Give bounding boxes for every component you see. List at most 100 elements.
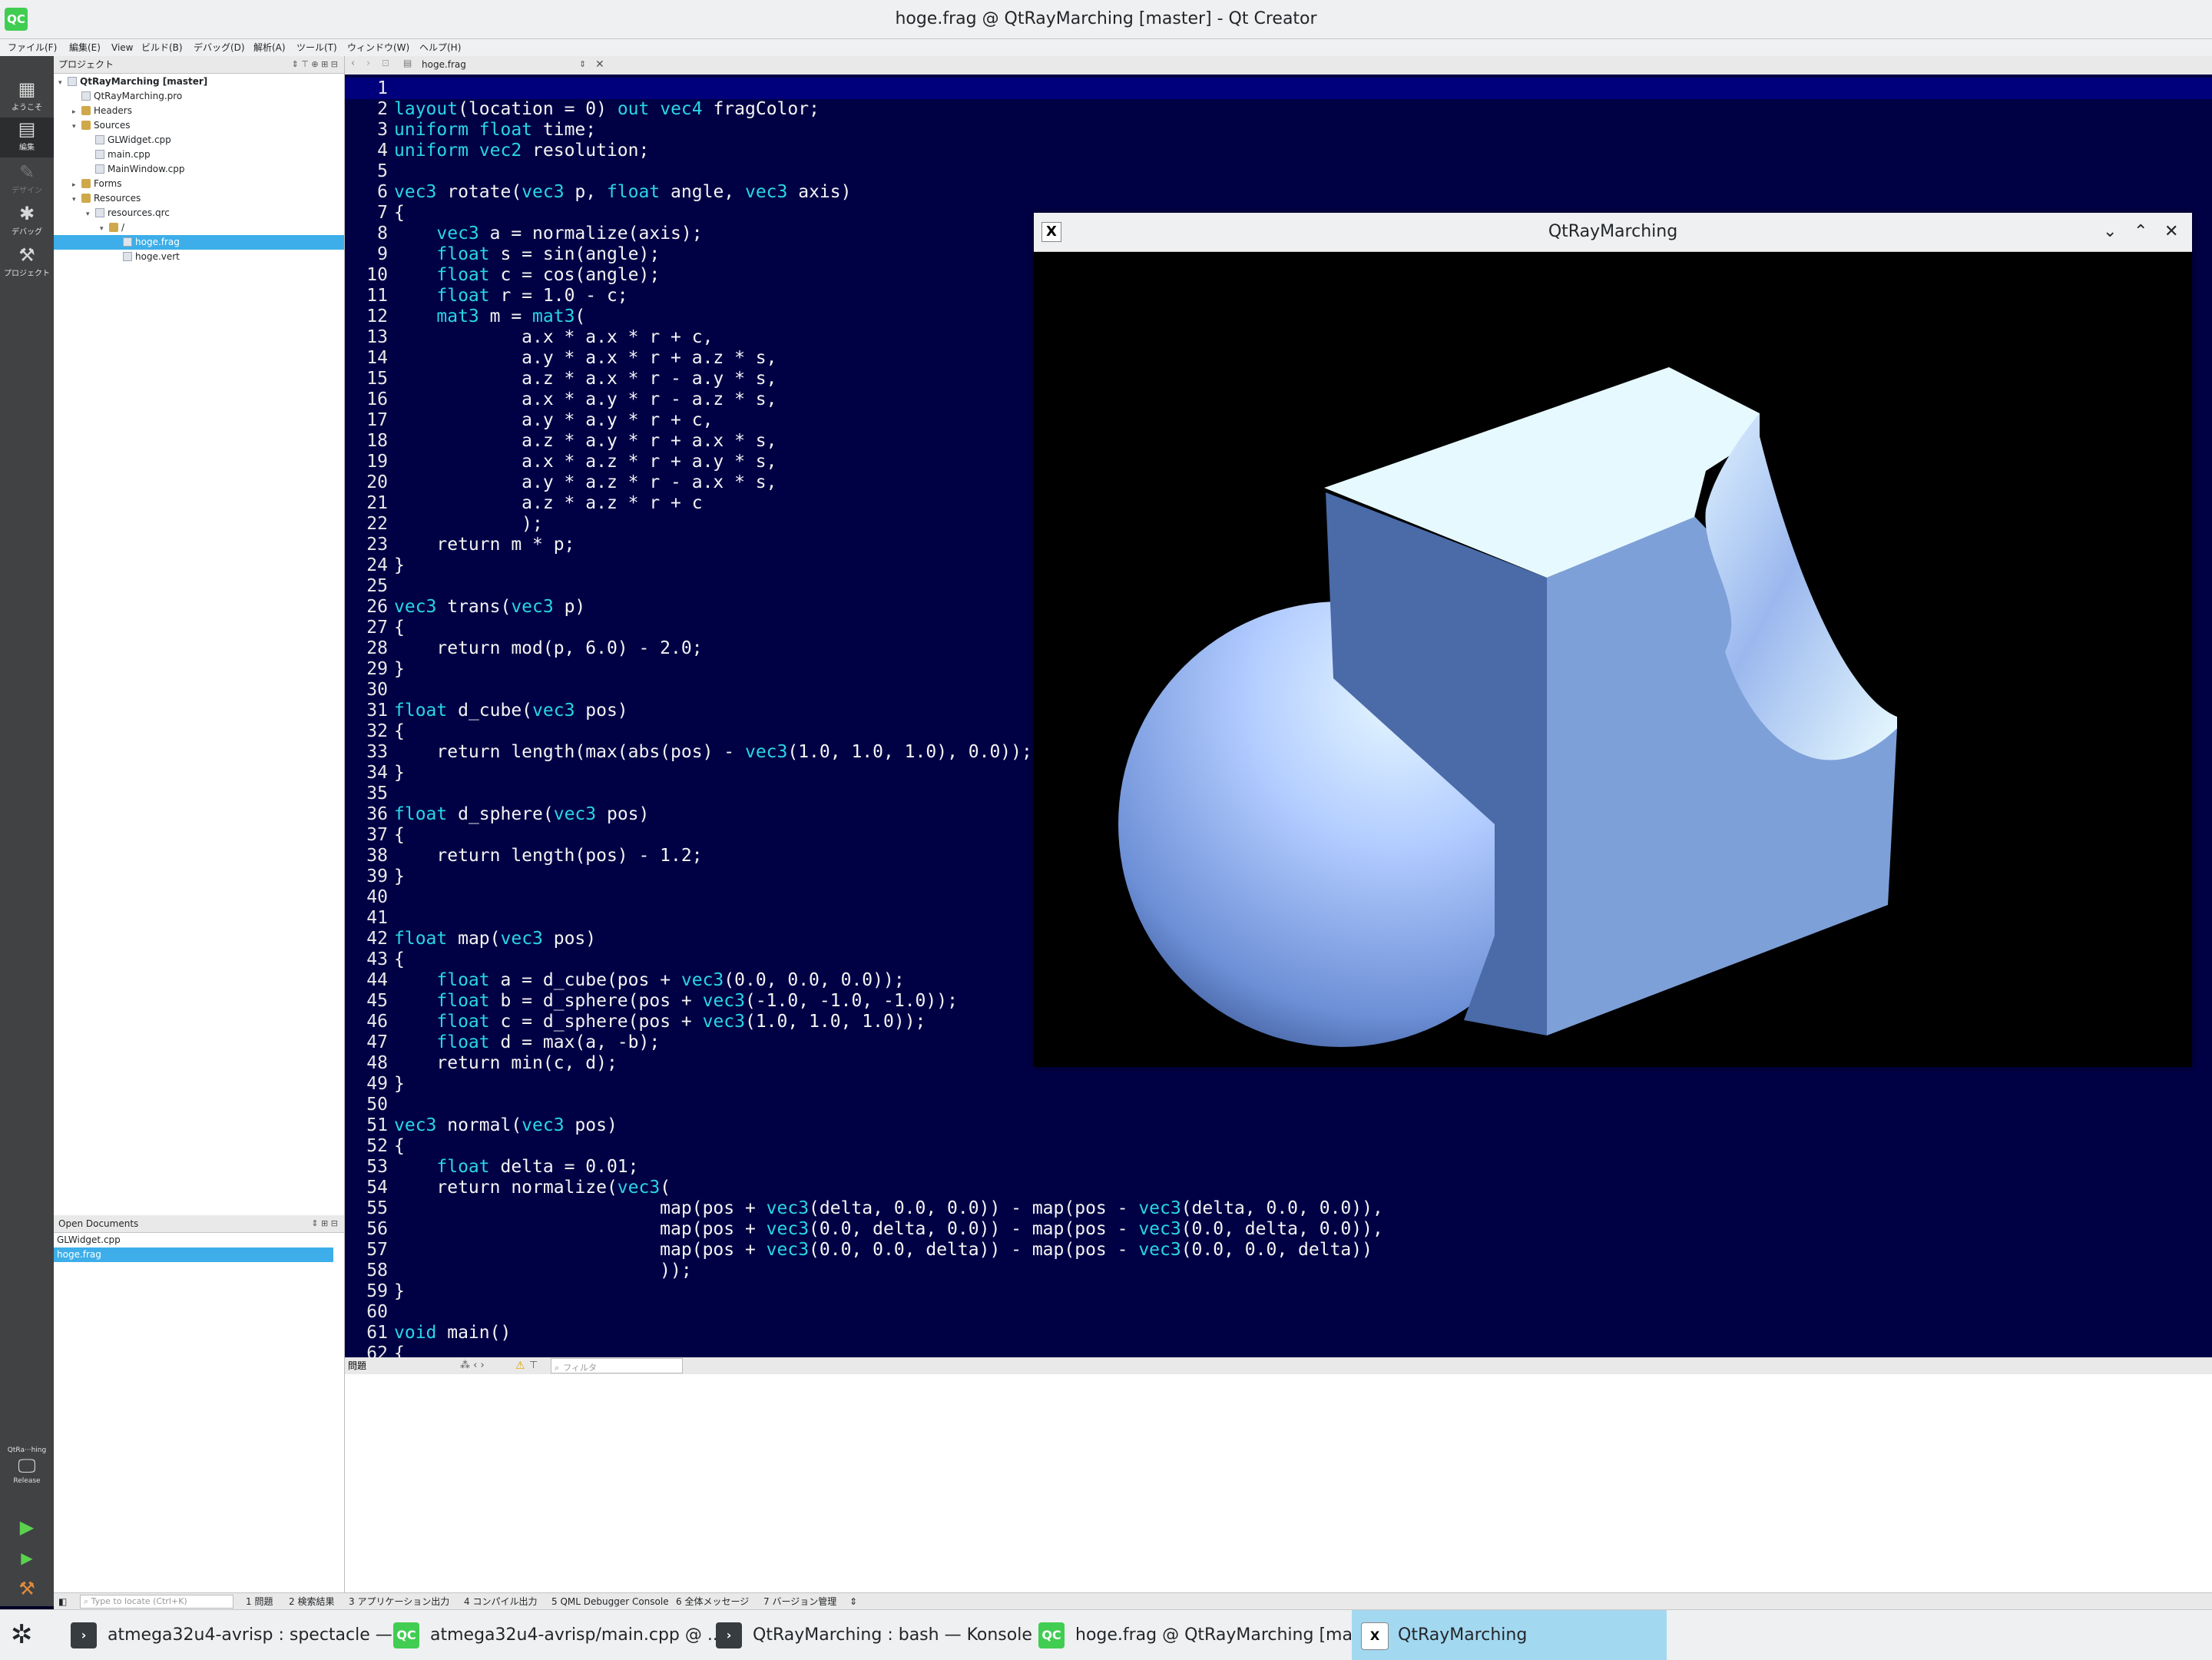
- filter-icon[interactable]: ⇕ ⊤ ⊕ ⊞ ⊟: [292, 56, 338, 73]
- open-document-item[interactable]: GLWidget.cpp: [54, 1233, 344, 1247]
- taskbar-task-label: atmega32u4-avrisp/main.cpp @ ...: [430, 1625, 724, 1645]
- code-line: float s = sin(angle);: [436, 244, 661, 264]
- menu-tools[interactable]: ツール(T): [296, 39, 337, 56]
- project-panel-header: プロジェクト ⇕ ⊤ ⊕ ⊞ ⊟: [54, 56, 344, 74]
- project-tree-item[interactable]: GLWidget.cpp: [54, 133, 344, 147]
- taskbar-task[interactable]: › QtRayMarching : bash — Konsole: [707, 1610, 1032, 1660]
- nav-back-icon[interactable]: ‹: [351, 58, 355, 69]
- combo-arrow-icon[interactable]: ⇕: [579, 56, 586, 73]
- line-number: 45: [366, 991, 388, 1011]
- menu-build[interactable]: ビルド(B): [141, 39, 183, 56]
- taskbar-task[interactable]: X QtRayMarching: [1352, 1610, 1667, 1660]
- project-panel-title: プロジェクト: [58, 59, 114, 70]
- app-launcher-icon[interactable]: ✲: [11, 1618, 33, 1652]
- code-line: vec3 a = normalize(axis);: [436, 224, 703, 244]
- editor-file-combo[interactable]: hoge.frag: [422, 56, 466, 73]
- menu-edit[interactable]: 編集(E): [69, 39, 101, 56]
- window-title: hoge.frag @ QtRayMarching [master] - Qt …: [895, 9, 1317, 28]
- line-number: 44: [366, 970, 388, 990]
- app-window-titlebar[interactable]: X QtRayMarching ⌄ ⌃ ✕: [1034, 213, 2192, 252]
- close-editor-icon[interactable]: ✕: [595, 56, 604, 73]
- mode-edit[interactable]: ▤ 編集: [0, 118, 54, 157]
- code-line: return normalize(vec3(: [394, 1178, 671, 1198]
- warning-filter-icon[interactable]: ⚠: [515, 1357, 525, 1374]
- lock-icon: ⊡: [382, 58, 390, 68]
- split-icon[interactable]: ⇕ ⊞ ⊟: [311, 1215, 338, 1232]
- code-line: float d = max(a, -b);: [436, 1032, 661, 1052]
- run-button[interactable]: ▶: [0, 1516, 54, 1543]
- code-line: float d_sphere(vec3 pos): [394, 804, 650, 824]
- taskbar-task[interactable]: QC hoge.frag @ QtRayMarching [ma...: [1029, 1610, 1369, 1660]
- menu-view[interactable]: View: [111, 39, 133, 56]
- project-tree-label: resources.qrc: [108, 207, 170, 218]
- kit-selector[interactable]: QtRa···hing 🖵 Release: [0, 1446, 54, 1508]
- pane-tab-qml-console[interactable]: 5 QML Debugger Console: [551, 1593, 669, 1610]
- pane-tab-app-output[interactable]: 3 アプリケーション出力: [349, 1593, 449, 1610]
- maximize-button[interactable]: ⌃: [2134, 213, 2147, 251]
- project-tree-item[interactable]: ▾ /: [54, 220, 344, 235]
- filter-icon[interactable]: ⊤: [529, 1357, 538, 1374]
- pane-tab-version-control[interactable]: 7 バージョン管理: [763, 1593, 836, 1610]
- pane-tab-search[interactable]: 2 検索結果: [289, 1593, 334, 1610]
- pane-tab-issues[interactable]: 1 問題: [246, 1593, 273, 1610]
- clear-icon[interactable]: ⁂ ‹ ›: [460, 1357, 485, 1374]
- project-tree-item[interactable]: QtRayMarching.pro: [54, 89, 344, 104]
- mode-design[interactable]: ✎ デザイン: [0, 161, 54, 197]
- toggle-sidebar-icon[interactable]: ◧: [58, 1593, 67, 1610]
- line-number: 15: [366, 369, 388, 389]
- line-number: 57: [366, 1240, 388, 1260]
- line-number: 49: [366, 1074, 388, 1094]
- taskbar-task[interactable]: › atmega32u4-avrisp : spectacle — ...: [61, 1610, 414, 1660]
- mode-welcome[interactable]: ▦ ようこそ: [0, 78, 54, 114]
- open-document-item[interactable]: hoge.frag: [54, 1247, 333, 1262]
- close-button[interactable]: ✕: [2164, 213, 2178, 251]
- project-tree-label: hoge.vert: [135, 251, 180, 262]
- output-filter-input[interactable]: ⌕ フィルタ: [551, 1358, 683, 1373]
- current-line-highlight: [345, 78, 2212, 99]
- pane-tab-compile-output[interactable]: 4 コンパイル出力: [464, 1593, 537, 1610]
- line-number: 16: [366, 389, 388, 409]
- nav-forward-icon[interactable]: ›: [366, 58, 370, 69]
- taskbar-task[interactable]: QC atmega32u4-avrisp/main.cpp @ ...: [384, 1610, 724, 1660]
- line-number: 17: [366, 410, 388, 430]
- minimize-button[interactable]: ⌄: [2103, 213, 2117, 251]
- mode-debug[interactable]: ✱ デバッグ: [0, 202, 54, 239]
- pane-tab-general-messages[interactable]: 6 全体メッセージ: [676, 1593, 749, 1610]
- build-button[interactable]: ⚒: [0, 1577, 54, 1605]
- file-icon: [123, 252, 132, 261]
- project-tree-item[interactable]: hoge.vert: [54, 250, 344, 264]
- menu-analyze[interactable]: 解析(A): [253, 39, 286, 56]
- app-window[interactable]: X QtRayMarching ⌄ ⌃ ✕: [1034, 213, 2192, 1067]
- line-number: 18: [366, 431, 388, 451]
- code-line: a.x * a.x * r + c,: [394, 327, 714, 347]
- menu-file[interactable]: ファイル(F): [8, 39, 57, 56]
- code-line: {: [394, 721, 405, 741]
- project-tree-item[interactable]: ▸ Headers: [54, 104, 344, 118]
- project-tree-label: QtRayMarching [master]: [80, 76, 208, 87]
- menu-window[interactable]: ウィンドウ(W): [347, 39, 409, 56]
- project-tree-item[interactable]: hoge.frag: [54, 235, 344, 250]
- line-number: 5: [377, 161, 388, 181]
- line-number: 42: [366, 929, 388, 949]
- project-tree-item[interactable]: ▸ Forms: [54, 177, 344, 191]
- window-titlebar[interactable]: QC hoge.frag @ QtRayMarching [master] - …: [0, 0, 2212, 39]
- project-tree-label: QtRayMarching.pro: [94, 91, 183, 101]
- debug-run-button[interactable]: ▶: [0, 1546, 54, 1574]
- locator-input[interactable]: ⌕ Type to locate (Ctrl+K): [80, 1595, 233, 1609]
- issues-list[interactable]: [345, 1374, 2212, 1592]
- menu-debug[interactable]: デバッグ(D): [194, 39, 245, 56]
- code-line: uniform vec2 resolution;: [394, 141, 650, 161]
- project-tree-item[interactable]: MainWindow.cpp: [54, 162, 344, 177]
- mode-projects[interactable]: ⚒ プロジェクト: [0, 244, 54, 280]
- line-number: 7: [377, 203, 388, 223]
- project-tree-item[interactable]: ▾ Sources: [54, 118, 344, 133]
- more-panes-icon[interactable]: ⇕: [849, 1593, 857, 1610]
- code-line: }: [394, 866, 405, 886]
- taskbar-task-label: atmega32u4-avrisp : spectacle — ...: [108, 1625, 414, 1645]
- project-tree-item[interactable]: ▾ QtRayMarching [master]: [54, 75, 344, 89]
- project-tree-item[interactable]: ▾ resources.qrc: [54, 206, 344, 220]
- play-icon: ▶: [19, 1516, 35, 1538]
- project-tree-item[interactable]: ▾ Resources: [54, 191, 344, 206]
- project-tree-item[interactable]: main.cpp: [54, 147, 344, 162]
- menu-help[interactable]: ヘルプ(H): [419, 39, 461, 56]
